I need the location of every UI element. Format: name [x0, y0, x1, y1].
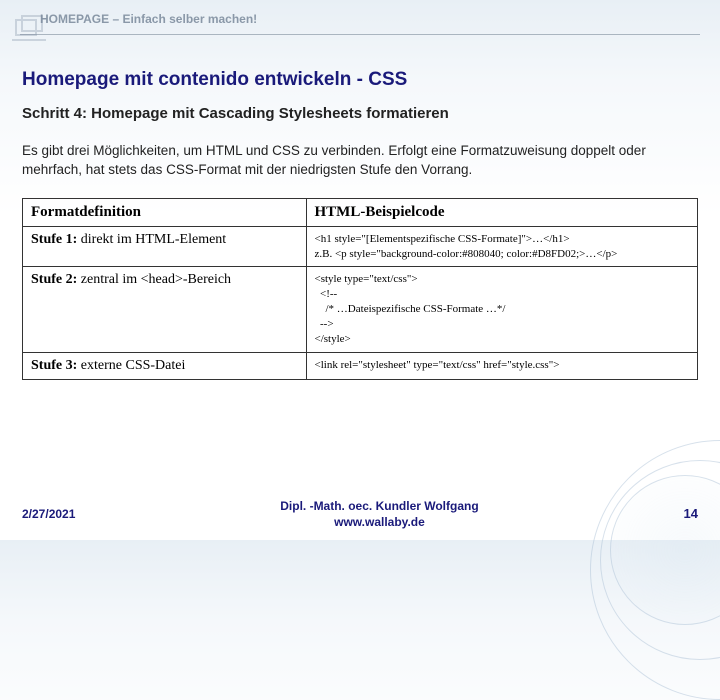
- content-area: Homepage mit contenido entwickeln - CSS …: [0, 35, 720, 380]
- format-table: Formatdefinition HTML-Beispielcode Stufe…: [22, 198, 698, 380]
- footer-page-number: 14: [684, 506, 698, 521]
- table-cell-label: Stufe 1: direkt im HTML-Element: [23, 226, 307, 267]
- table-cell-label: Stufe 2: zentral im <head>-Bereich: [23, 267, 307, 352]
- logo-watermark: [10, 14, 50, 44]
- table-cell-code: <h1 style="[Elementspezifische CSS-Forma…: [306, 226, 698, 267]
- table-header-col2: HTML-Beispielcode: [306, 198, 698, 226]
- table-cell-code: <style type="text/css"> <!-- /* …Dateisp…: [306, 267, 698, 352]
- table-row: Stufe 2: zentral im <head>-Bereich <styl…: [23, 267, 698, 352]
- table-header-row: Formatdefinition HTML-Beispielcode: [23, 198, 698, 226]
- table-row: Stufe 3: externe CSS-Datei <link rel="st…: [23, 352, 698, 379]
- footer-date: 2/27/2021: [22, 507, 75, 521]
- table-cell-code: <link rel="stylesheet" type="text/css" h…: [306, 352, 698, 379]
- table-header-col1: Formatdefinition: [23, 198, 307, 226]
- table-row: Stufe 1: direkt im HTML-Element <h1 styl…: [23, 226, 698, 267]
- header-tagline: HOMEPAGE – Einfach selber machen!: [0, 0, 720, 26]
- table-cell-label: Stufe 3: externe CSS-Datei: [23, 352, 307, 379]
- intro-paragraph: Es gibt drei Möglichkeiten, um HTML und …: [22, 142, 698, 180]
- footer-author: Dipl. -Math. oec. Kundler Wolfgangwww.wa…: [280, 498, 478, 530]
- page-title: Homepage mit contenido entwickeln - CSS: [22, 69, 698, 91]
- footer: 2/27/2021 Dipl. -Math. oec. Kundler Wolf…: [0, 498, 720, 530]
- page-subtitle: Schritt 4: Homepage mit Cascading Styles…: [22, 105, 698, 122]
